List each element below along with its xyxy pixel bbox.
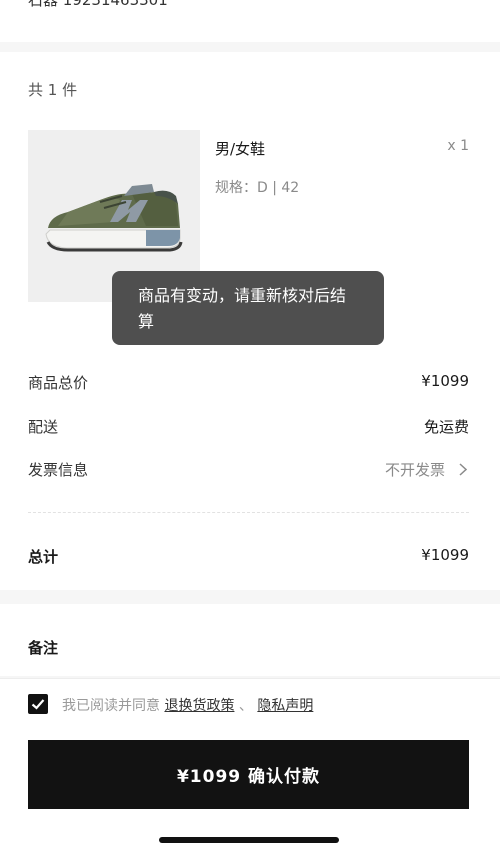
privacy-link[interactable]: 隐私声明 bbox=[257, 698, 313, 714]
note-section[interactable]: 备注 bbox=[0, 604, 500, 676]
total-value: ¥1099 bbox=[421, 546, 469, 564]
address-text: 石器 19231463301 bbox=[28, 0, 168, 9]
agreement-checkbox[interactable] bbox=[28, 694, 48, 714]
invoice-row[interactable]: 发票信息 不开发票 bbox=[28, 459, 469, 479]
item-count: 共 1 件 bbox=[28, 81, 78, 99]
agreement-separator: 、 bbox=[238, 698, 253, 714]
note-label: 备注 bbox=[28, 639, 59, 657]
address-strip[interactable]: 石器 19231463301 bbox=[0, 0, 500, 42]
subtotal-value: ¥1099 bbox=[421, 372, 469, 390]
subtotal-label: 商品总价 bbox=[28, 374, 89, 392]
shipping-row: 配送 免运费 bbox=[28, 416, 469, 436]
checkmark-icon bbox=[31, 699, 45, 710]
invoice-label: 发票信息 bbox=[28, 461, 89, 479]
invoice-value: 不开发票 bbox=[384, 461, 445, 479]
bottom-bar: ¥1099 确认付款 bbox=[0, 729, 500, 853]
product-quantity: x 1 bbox=[447, 138, 469, 154]
total-label: 总计 bbox=[28, 548, 59, 566]
shipping-label: 配送 bbox=[28, 418, 59, 436]
confirm-pay-button[interactable]: ¥1099 确认付款 bbox=[28, 740, 469, 809]
agreement-prefix: 我已阅读并同意 bbox=[62, 698, 160, 714]
divider bbox=[28, 512, 469, 513]
shipping-value: 免运费 bbox=[423, 418, 469, 436]
product-spec: 规格：D | 42 bbox=[215, 180, 300, 196]
subtotal-row: 商品总价 ¥1099 bbox=[28, 372, 469, 392]
total-row: 总计 ¥1099 bbox=[28, 546, 469, 566]
product-name: 男/女鞋 bbox=[215, 140, 266, 158]
home-indicator[interactable] bbox=[159, 837, 339, 843]
toast-message: 商品有变动，请重新核对后结算 bbox=[112, 271, 384, 345]
return-policy-link[interactable]: 退换货政策 bbox=[164, 698, 234, 714]
chevron-right-icon bbox=[459, 463, 467, 476]
agreement-text: 我已阅读并同意 退换货政策 、 隐私声明 bbox=[62, 695, 313, 715]
agreement-row: 我已阅读并同意 退换货政策 、 隐私声明 bbox=[0, 678, 500, 729]
